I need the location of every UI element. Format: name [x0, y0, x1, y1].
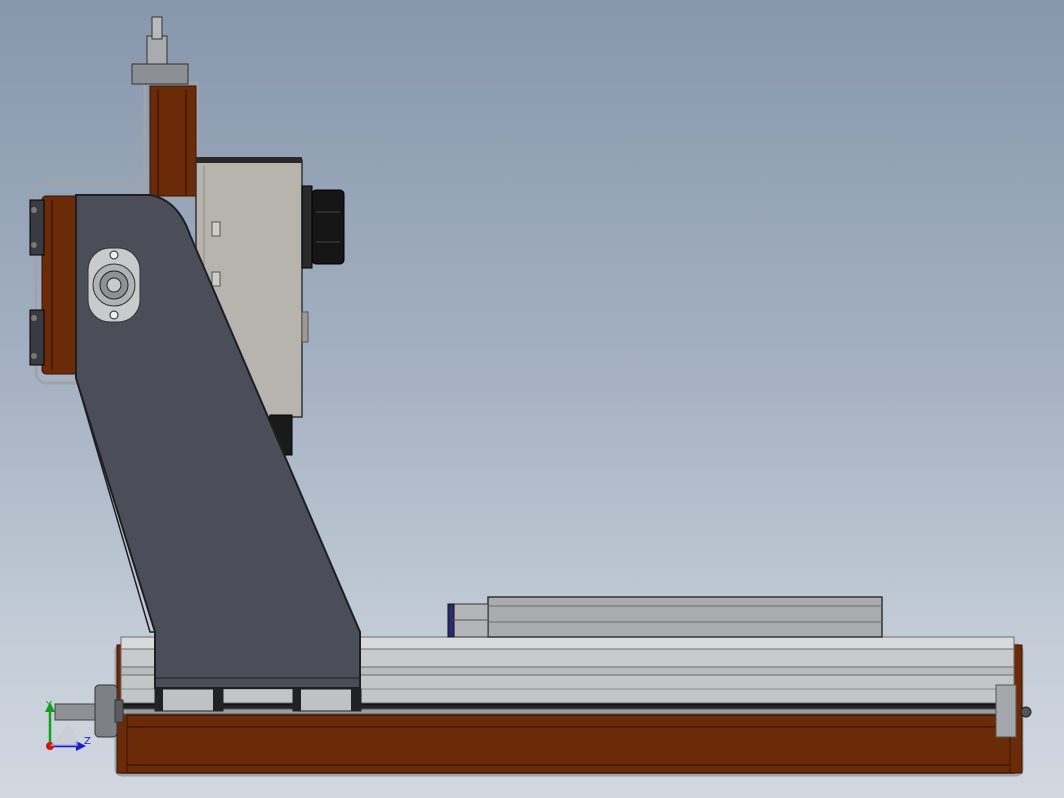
bearing-mount: [87, 247, 141, 323]
workpiece-block: [447, 596, 883, 638]
z-axis-rail: [131, 16, 199, 200]
triad-z-label: Z: [84, 736, 91, 747]
cad-viewport[interactable]: Y Z: [0, 0, 1064, 798]
triad-y-label: Y: [45, 700, 53, 711]
cnc-router-side-view: Y Z: [29, 16, 1032, 777]
